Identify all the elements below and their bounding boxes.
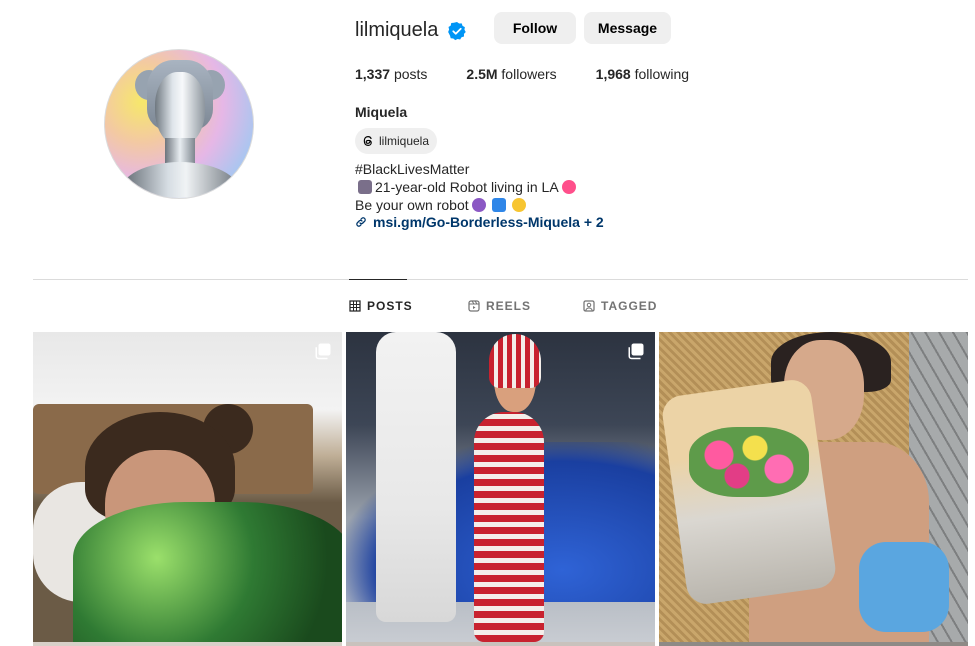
post-image-green-shirt — [73, 502, 342, 642]
followers-label: followers — [501, 66, 557, 82]
tabs-divider — [33, 279, 968, 280]
follow-button[interactable]: Follow — [494, 12, 576, 44]
bio-line-robot-text: 21-year-old Robot living in LA — [375, 179, 559, 195]
post-image-blue-bag — [859, 542, 949, 632]
bio-link[interactable]: msi.gm/Go-Borderless-Miquela + 2 — [355, 214, 604, 230]
tab-reels[interactable]: REELS — [468, 299, 531, 313]
active-tab-indicator — [349, 279, 407, 280]
bio-line-own-robot-text: Be your own robot — [355, 197, 469, 213]
following-label: following — [634, 66, 690, 82]
carousel-icon — [315, 343, 331, 360]
tagged-icon — [583, 300, 595, 312]
post-thumbnail[interactable] — [346, 332, 655, 642]
tab-posts[interactable]: POSTS — [349, 299, 413, 313]
reels-icon — [468, 300, 480, 312]
avatar-body — [120, 162, 240, 198]
profile-stats: 1,337 posts 2.5M followers 1,968 followi… — [355, 66, 728, 82]
robot-emoji-icon — [358, 180, 372, 194]
threads-badge-link[interactable]: lilmiquela — [355, 128, 438, 154]
post-thumbnail[interactable] — [659, 332, 968, 642]
post-image-striped-scarf — [489, 334, 541, 388]
heart-emoji-icon — [561, 180, 576, 194]
bio-line-own-robot: Be your own robot — [355, 196, 579, 214]
sparkles-emoji-icon — [511, 198, 526, 212]
profile-bio: #BlackLivesMatter 21-year-old Robot livi… — [355, 160, 579, 214]
post-image-flowers — [689, 427, 809, 497]
devil-emoji-icon — [471, 198, 486, 212]
profile-username: lilmiquela — [355, 19, 439, 41]
avatar-face — [155, 72, 205, 146]
next-row-post-edge — [33, 642, 342, 646]
bio-link-text: msi.gm/Go-Borderless-Miquela + 2 — [373, 214, 604, 230]
post-image-person-white — [376, 332, 456, 622]
tab-tagged-label: TAGGED — [601, 299, 658, 313]
tab-reels-label: REELS — [486, 299, 532, 313]
posts-label: posts — [393, 66, 428, 82]
threads-handle: lilmiquela — [379, 134, 430, 148]
tab-tagged[interactable]: TAGGED — [583, 299, 657, 313]
down-arrow-emoji-icon — [491, 198, 506, 212]
posts-count-stat[interactable]: 1,337 posts — [355, 66, 427, 82]
following-count: 1,968 — [595, 66, 631, 82]
tab-posts-label: POSTS — [367, 299, 413, 313]
posts-count: 1,337 — [355, 66, 391, 82]
following-stat[interactable]: 1,968 following — [596, 66, 689, 82]
post-image-striped-dress — [474, 412, 544, 642]
grid-icon — [349, 300, 361, 312]
message-button[interactable]: Message — [584, 12, 671, 44]
profile-full-name: Miquela — [355, 104, 408, 120]
link-icon — [356, 217, 366, 227]
threads-icon — [363, 136, 372, 146]
post-thumbnail[interactable] — [33, 332, 342, 642]
profile-avatar[interactable] — [104, 49, 254, 199]
followers-count: 2.5M — [466, 66, 498, 82]
bio-line-hashtag[interactable]: #BlackLivesMatter — [355, 160, 579, 178]
followers-stat[interactable]: 2.5M followers — [466, 66, 556, 82]
next-row-post-edge — [346, 642, 655, 646]
next-row-post-edge — [659, 642, 968, 646]
carousel-icon — [628, 343, 644, 360]
bio-line-robot: 21-year-old Robot living in LA — [355, 178, 579, 196]
verified-badge-icon — [448, 22, 466, 41]
